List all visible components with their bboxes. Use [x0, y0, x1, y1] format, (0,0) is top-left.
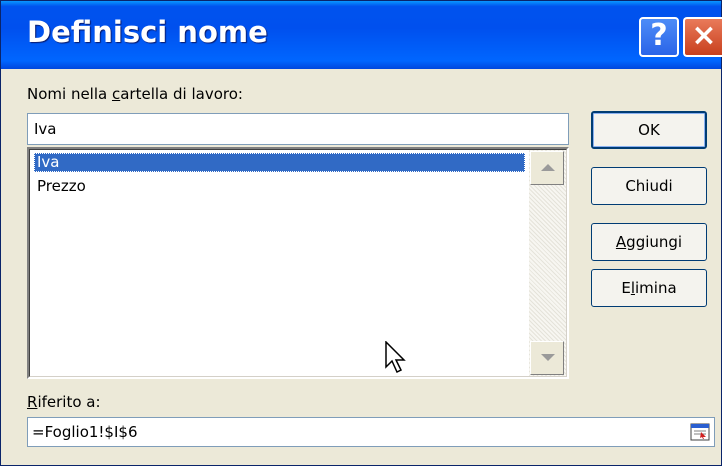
arrow-down-icon [541, 354, 555, 361]
add-rest: ggiungi [626, 233, 683, 251]
ref-label-rest: iferito a: [37, 393, 101, 411]
scroll-up-button[interactable] [530, 151, 564, 185]
arrow-up-icon [541, 164, 555, 171]
help-button[interactable]: ? [639, 17, 679, 57]
name-input[interactable]: Iva [27, 113, 569, 145]
vertical-scrollbar[interactable] [529, 150, 566, 376]
dialog-title: Definisci nome [27, 15, 268, 49]
ref-label: Riferito a: [27, 393, 101, 411]
close-icon: × [691, 18, 717, 53]
list-item-prezzo[interactable]: Prezzo [34, 177, 525, 196]
add-accel: A [615, 233, 627, 251]
delete-button[interactable]: Elimina [591, 269, 707, 307]
delete-rest: imina [635, 279, 677, 297]
names-label-accel: c [111, 85, 121, 103]
add-button[interactable]: Aggiungi [591, 223, 707, 261]
define-name-dialog: Definisci nome ? × Nomi nella cartella d… [0, 0, 722, 466]
collapse-dialog-icon[interactable] [690, 423, 710, 441]
names-label: Nomi nella cartella di lavoro: [27, 85, 243, 103]
names-list-inner: Iva Prezzo [29, 149, 567, 377]
list-item-iva[interactable]: Iva [34, 153, 525, 172]
names-label-post: artella di lavoro: [120, 85, 243, 103]
mouse-cursor-icon [385, 341, 406, 374]
title-bar[interactable]: Definisci nome ? × [1, 1, 722, 69]
ref-label-accel: R [27, 393, 38, 411]
delete-pre: E [621, 279, 631, 297]
ref-input[interactable]: =Foglio1!$I$6 [27, 417, 715, 447]
names-list[interactable]: Iva Prezzo [27, 147, 569, 379]
close-button[interactable]: Chiudi [591, 167, 707, 205]
close-window-button[interactable]: × [683, 17, 722, 57]
names-label-pre: Nomi nella [27, 85, 112, 103]
help-icon: ? [650, 18, 668, 53]
name-input-value: Iva [34, 120, 57, 138]
scroll-down-button[interactable] [530, 341, 564, 375]
ok-button[interactable]: OK [591, 111, 707, 149]
ref-input-value: =Foglio1!$I$6 [32, 423, 138, 441]
